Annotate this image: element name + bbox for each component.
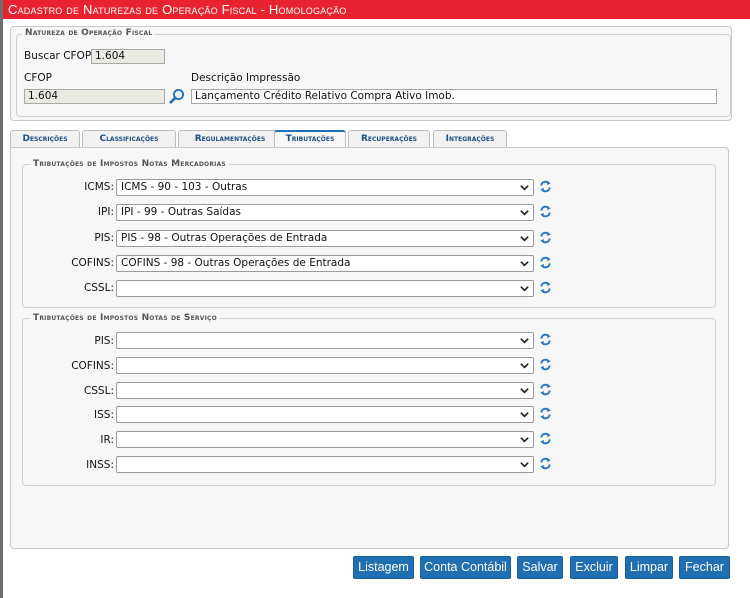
listagem-button[interactable]: Listagem [353, 556, 414, 579]
chevron-down-icon [520, 338, 529, 344]
chevron-down-icon [520, 236, 529, 242]
icms-select[interactable]: ICMS - 90 - 103 - Outras [116, 179, 534, 196]
chevron-down-icon [520, 363, 529, 369]
natureza-fieldset [16, 34, 731, 117]
cofins-selected-value: COFINS - 98 - Outras Operações de Entrad… [121, 257, 351, 269]
chevron-down-icon [520, 286, 529, 292]
cssl-label: CSSL: [83, 282, 114, 294]
cofins-label: COFINS: [71, 257, 114, 269]
descricao-impressao-input[interactable]: Lançamento Crédito Relativo Compra Ativo… [191, 89, 717, 104]
pis-select[interactable]: PIS - 98 - Outras Operações de Entrada [116, 230, 534, 247]
servico-cofins-select[interactable] [116, 357, 534, 374]
refresh-icon[interactable] [539, 180, 552, 193]
fechar-button[interactable]: Fechar [679, 556, 730, 579]
servico-iss-select[interactable] [116, 406, 534, 423]
servico-pis-label: PIS: [94, 335, 114, 347]
pis-label: PIS: [94, 232, 114, 244]
servico-cofins-label: COFINS: [71, 360, 114, 372]
tab-recuperacoes[interactable]: Recuperações [348, 130, 430, 148]
ipi-selected-value: IPI - 99 - Outras Saídas [121, 206, 241, 218]
servico-ir-label: IR: [100, 434, 114, 446]
refresh-icon[interactable] [539, 256, 552, 269]
chevron-down-icon [520, 388, 529, 394]
servico-pis-select[interactable] [116, 332, 534, 349]
ipi-label: IPI: [97, 206, 114, 218]
chevron-down-icon [520, 462, 529, 468]
servico-cssl-select[interactable] [116, 382, 534, 399]
refresh-icon[interactable] [539, 205, 552, 218]
refresh-icon[interactable] [539, 457, 552, 470]
chevron-down-icon [520, 185, 529, 191]
chevron-down-icon [520, 412, 529, 418]
conta-contabil-button[interactable]: Conta Contábil [420, 556, 511, 579]
refresh-icon[interactable] [539, 281, 552, 294]
servico-cssl-label: CSSL: [83, 385, 114, 397]
limpar-button[interactable]: Limpar [625, 556, 673, 579]
window-title: Cadastro de Naturezas de Operação Fiscal… [3, 0, 750, 19]
window-left-border [0, 0, 3, 598]
servico-ir-select[interactable] [116, 431, 534, 448]
servico-legend: Tributações de Impostos Notas de Serviço [30, 313, 220, 323]
ipi-select[interactable]: IPI - 99 - Outras Saídas [116, 204, 534, 221]
tab-classificacoes[interactable]: Classificações [82, 130, 176, 148]
descricao-impressao-label: Descrição Impressão [191, 72, 301, 84]
buscar-cfop-input[interactable]: 1.604 [91, 49, 165, 64]
refresh-icon[interactable] [539, 358, 552, 371]
chevron-down-icon [520, 437, 529, 443]
tab-integracoes[interactable]: Integrações [433, 130, 507, 148]
chevron-down-icon [520, 210, 529, 216]
refresh-icon[interactable] [539, 231, 552, 244]
salvar-button[interactable]: Salvar [517, 556, 563, 579]
buscar-cfop-label: Buscar CFOP: [24, 50, 95, 62]
excluir-button[interactable]: Excluir [570, 556, 618, 579]
refresh-icon[interactable] [539, 383, 552, 396]
pis-selected-value: PIS - 98 - Outras Operações de Entrada [121, 232, 328, 244]
refresh-icon[interactable] [539, 432, 552, 445]
mercadorias-legend: Tributações de Impostos Notas Mercadoria… [30, 159, 229, 169]
refresh-icon[interactable] [539, 407, 552, 420]
search-icon[interactable] [169, 88, 185, 104]
icms-selected-value: ICMS - 90 - 103 - Outras [121, 181, 248, 193]
servico-inss-label: INSS: [86, 459, 114, 471]
cfop-input[interactable]: 1.604 [24, 89, 165, 104]
tab-regulamentacoes[interactable]: Regulamentações [178, 130, 282, 148]
refresh-icon[interactable] [539, 333, 552, 346]
servico-inss-select[interactable] [116, 456, 534, 473]
icms-label: ICMS: [84, 181, 114, 193]
tab-descricoes[interactable]: Descrições [10, 130, 80, 148]
cfop-label: CFOP [24, 72, 52, 84]
cofins-select[interactable]: COFINS - 98 - Outras Operações de Entrad… [116, 255, 534, 272]
natureza-legend: Natureza de Operação Fiscal [22, 28, 156, 38]
chevron-down-icon [520, 261, 529, 267]
servico-iss-label: ISS: [94, 409, 114, 421]
cssl-select[interactable] [116, 280, 534, 297]
